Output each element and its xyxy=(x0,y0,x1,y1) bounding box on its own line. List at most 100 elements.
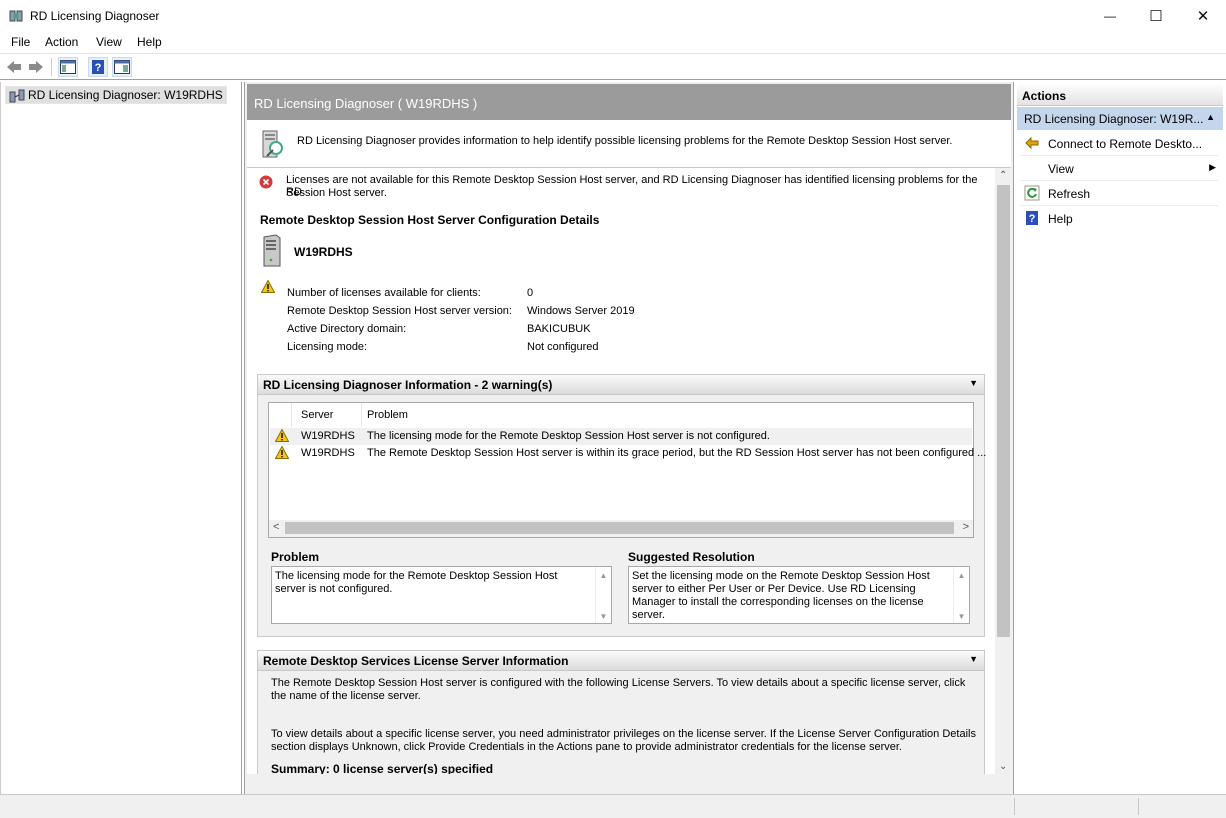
collapse-up-icon[interactable]: ▲ xyxy=(1206,112,1215,122)
console-tree: RD Licensing Diagnoser: W19RDHS xyxy=(0,82,242,794)
refresh-icon xyxy=(1024,185,1040,201)
action-label: Connect to Remote Deskto... xyxy=(1048,137,1203,151)
intro-banner: RD Licensing Diagnoser provides informat… xyxy=(247,120,1011,168)
action-pane-icon xyxy=(114,60,130,74)
config-details-title: Remote Desktop Session Host Server Confi… xyxy=(260,213,600,227)
result-pane: RD Licensing Diagnoser ( W19RDHS ) RD Li… xyxy=(244,82,1014,794)
actions-subheader-label: RD Licensing Diagnoser: W19R... xyxy=(1024,112,1204,126)
action-label: View xyxy=(1048,162,1074,176)
back-button[interactable] xyxy=(4,57,24,77)
collapse-arrow-icon[interactable]: ▼ xyxy=(969,654,978,664)
scroll-down-icon[interactable]: ⌄ xyxy=(999,761,1007,772)
table-row[interactable]: W19RDHS The licensing mode for the Remot… xyxy=(270,428,972,445)
console-tree-icon xyxy=(60,60,76,74)
maximize-icon: ☐ xyxy=(1149,8,1163,25)
content-vertical-scrollbar[interactable]: ⌃ ⌄ xyxy=(995,168,1012,774)
row-server: W19RDHS xyxy=(301,430,355,442)
column-header-server[interactable]: Server xyxy=(301,409,333,421)
collapse-arrow-icon[interactable]: ▼ xyxy=(969,378,978,388)
intro-text: RD Licensing Diagnoser provides informat… xyxy=(297,135,953,147)
server-name: W19RDHS xyxy=(294,245,353,259)
detail-value-licensing-mode: Not configured xyxy=(527,341,599,353)
error-message-line2: Session Host server. xyxy=(286,187,387,199)
scroll-up-icon[interactable]: ⌃ xyxy=(999,170,1007,181)
license-server-header[interactable]: Remote Desktop Services License Server I… xyxy=(258,651,984,671)
result-pane-header: RD Licensing Diagnoser ( W19RDHS ) xyxy=(247,84,1011,120)
error-icon xyxy=(259,175,273,189)
actions-pane: Actions RD Licensing Diagnoser: W19R... … xyxy=(1016,82,1226,794)
detail-value-licenses: 0 xyxy=(527,287,534,299)
window-title: RD Licensing Diagnoser xyxy=(30,9,160,23)
row-problem: The licensing mode for the Remote Deskto… xyxy=(367,430,770,442)
actions-subheader[interactable]: RD Licensing Diagnoser: W19R... ▲ xyxy=(1017,107,1223,130)
problem-textbox[interactable]: The licensing mode for the Remote Deskto… xyxy=(271,566,612,624)
horizontal-scrollbar[interactable]: < > xyxy=(269,520,973,537)
tree-item-rd-licensing-diagnoser[interactable]: RD Licensing Diagnoser: W19RDHS xyxy=(5,86,227,104)
help-book-icon: ? xyxy=(1026,211,1038,225)
license-server-title: Remote Desktop Services License Server I… xyxy=(263,654,569,668)
detail-label-version: Remote Desktop Session Host server versi… xyxy=(287,305,512,317)
ls-paragraph2-line1: To view details about a specific license… xyxy=(271,728,976,740)
ls-paragraph1-line1: The Remote Desktop Session Host server i… xyxy=(271,677,966,689)
minimize-button[interactable]: — xyxy=(1087,0,1133,32)
warnings-list: Server Problem W19RDHS The licensing mod… xyxy=(268,402,986,538)
action-view[interactable]: View ▶ xyxy=(1020,156,1218,181)
action-label: Help xyxy=(1048,212,1073,226)
help-toolbar-button[interactable]: ? xyxy=(88,57,108,77)
detail-label-licensing-mode: Licensing mode: xyxy=(287,341,368,353)
warning-icon xyxy=(261,280,275,293)
ls-paragraph1-line2: the name of the license server. xyxy=(271,690,421,702)
ls-summary: Summary: 0 license server(s) specified xyxy=(271,762,494,774)
action-help[interactable]: ? Help xyxy=(1020,206,1218,231)
diagnoser-server-icon xyxy=(262,130,283,158)
diagnoser-content: Licenses are not available for this Remo… xyxy=(247,168,995,774)
resolution-text: Set the licensing mode on the Remote Des… xyxy=(632,570,930,621)
menu-file[interactable]: File xyxy=(11,35,30,49)
detail-value-version: Windows Server 2019 xyxy=(527,305,635,317)
scroll-thumb[interactable] xyxy=(285,522,954,534)
maximize-button[interactable]: ☐ xyxy=(1133,0,1179,32)
detail-label-licenses: Number of licenses available for clients… xyxy=(287,287,481,299)
action-refresh[interactable]: Refresh xyxy=(1020,181,1218,206)
menu-view[interactable]: View xyxy=(96,35,122,49)
detail-label-domain: Active Directory domain: xyxy=(287,323,407,335)
minimize-icon: — xyxy=(1104,9,1116,23)
row-problem: The Remote Desktop Session Host server i… xyxy=(367,447,987,459)
list-header: Server Problem xyxy=(270,403,972,427)
svg-text:?: ? xyxy=(1029,213,1036,225)
scroll-right-icon[interactable]: > xyxy=(963,521,969,533)
close-button[interactable]: ✕ xyxy=(1180,0,1226,32)
error-message-line1: Licenses are not available for this Remo… xyxy=(286,174,978,198)
row-server: W19RDHS xyxy=(301,447,355,459)
warning-icon xyxy=(275,446,289,459)
detail-value-domain: BAKICUBUK xyxy=(527,323,591,335)
rd-diagnoser-icon xyxy=(9,89,25,103)
status-bar xyxy=(0,794,1226,818)
help-book-icon: ? xyxy=(92,60,104,74)
forward-arrow-icon xyxy=(29,61,43,73)
toolbar: ? xyxy=(0,53,1226,80)
back-arrow-icon xyxy=(7,61,21,73)
scroll-thumb[interactable] xyxy=(997,185,1010,637)
menu-action[interactable]: Action xyxy=(45,35,78,49)
table-row[interactable]: W19RDHS The Remote Desktop Session Host … xyxy=(270,445,986,462)
scroll-left-icon[interactable]: < xyxy=(273,521,279,533)
close-icon: ✕ xyxy=(1196,8,1210,25)
menu-help[interactable]: Help xyxy=(137,35,162,49)
license-server-section: Remote Desktop Services License Server I… xyxy=(257,650,985,774)
show-hide-console-tree-button[interactable] xyxy=(58,57,78,77)
forward-button[interactable] xyxy=(26,57,46,77)
column-header-problem[interactable]: Problem xyxy=(367,409,408,421)
resolution-scrollbar[interactable]: ▲ ▼ xyxy=(953,567,969,623)
diagnoser-info-header[interactable]: RD Licensing Diagnoser Information - 2 w… xyxy=(258,375,984,395)
action-label: Refresh xyxy=(1048,187,1091,201)
warning-icon xyxy=(275,429,289,442)
action-connect-remote-desktop[interactable]: Connect to Remote Deskto... xyxy=(1020,131,1218,156)
show-hide-action-pane-button[interactable] xyxy=(112,57,132,77)
tree-item-label: RD Licensing Diagnoser: W19RDHS xyxy=(28,88,223,102)
resolution-label: Suggested Resolution xyxy=(628,550,755,564)
title-bar: RD Licensing Diagnoser — ☐ ✕ xyxy=(0,0,1226,32)
resolution-textbox[interactable]: Set the licensing mode on the Remote Des… xyxy=(628,566,970,624)
app-icon xyxy=(9,10,23,22)
problem-scrollbar[interactable]: ▲ ▼ xyxy=(595,567,611,623)
